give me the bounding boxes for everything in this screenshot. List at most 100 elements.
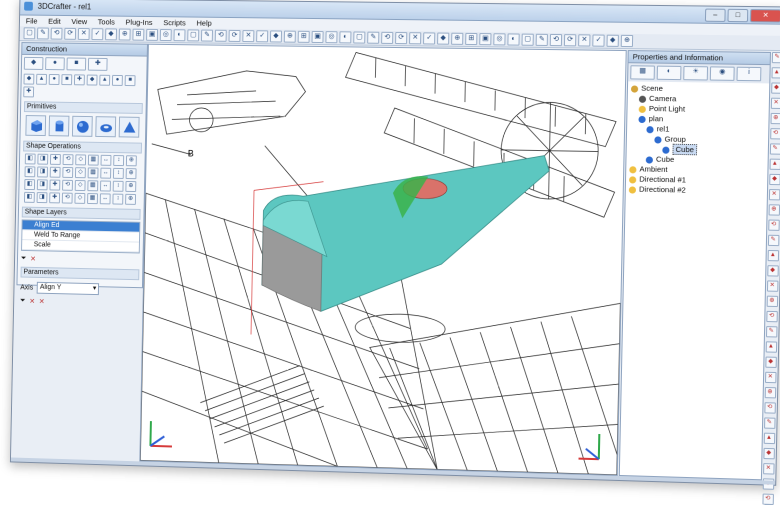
shape-operation-icon[interactable]: ◇ — [75, 167, 86, 178]
toolbar-tool-icon[interactable]: ✎ — [536, 34, 548, 46]
toolbar-tool-icon[interactable]: ▣ — [146, 29, 158, 41]
shape-operation-icon[interactable]: ◧ — [25, 166, 36, 177]
toolbar-tool-icon[interactable]: ⊞ — [132, 29, 144, 41]
construction-tool-icon[interactable]: ▲ — [99, 75, 110, 86]
sphere-primitive-icon[interactable] — [72, 116, 93, 137]
toolbar-tool-icon[interactable]: ✎ — [367, 32, 379, 44]
side-tool-icon[interactable]: ◆ — [769, 174, 780, 185]
side-tool-icon[interactable]: ◆ — [767, 265, 779, 276]
shape-operation-icon[interactable]: ▦ — [87, 180, 98, 191]
toolbar-tool-icon[interactable]: ⟳ — [564, 34, 576, 46]
construction-tool-icon[interactable]: ■ — [125, 75, 136, 86]
shape-operation-icon[interactable]: ✚ — [50, 154, 61, 165]
construction-tool-icon[interactable]: ✚ — [74, 74, 85, 85]
menu-file[interactable]: File — [26, 16, 38, 27]
side-tool-icon[interactable]: ▲ — [767, 250, 779, 261]
close-button[interactable]: ✕ — [750, 9, 780, 23]
side-tool-icon[interactable]: ▲ — [771, 67, 780, 78]
shape-operation-icon[interactable]: ↔ — [100, 168, 111, 179]
axis-select[interactable]: Align Y — [37, 282, 99, 295]
toolbar-tool-icon[interactable]: ◆ — [105, 28, 117, 40]
toolbar-tool-icon[interactable]: ⊕ — [119, 29, 131, 41]
toolbar-tool-icon[interactable]: ✓ — [592, 34, 604, 46]
side-tool-icon[interactable]: ✕ — [766, 280, 778, 291]
side-tool-icon[interactable]: ✕ — [763, 463, 775, 475]
shape-operation-icon[interactable]: ⊕ — [125, 181, 136, 192]
scene-tree-node[interactable]: Directional #2 — [629, 184, 764, 197]
menu-scripts[interactable]: Scripts — [163, 17, 186, 28]
toolbar-tool-icon[interactable]: ◐ — [339, 31, 351, 43]
shape-operation-icon[interactable]: ↕ — [112, 194, 123, 205]
shape-operation-icon[interactable]: ◇ — [75, 154, 86, 165]
toolbar-tool-icon[interactable]: ✓ — [423, 32, 435, 44]
side-tool-icon[interactable]: ◆ — [771, 82, 780, 93]
toolbar-tool-icon[interactable]: ✎ — [201, 30, 213, 42]
construction-tool-icon[interactable]: ▲ — [36, 74, 47, 85]
toolbar-tool-icon[interactable]: ⟲ — [51, 28, 63, 40]
toolbar-tool-icon[interactable]: ✓ — [256, 30, 268, 42]
construction-tool-icon[interactable]: ■ — [61, 74, 72, 85]
shape-operation-icon[interactable]: ▦ — [88, 155, 99, 166]
shape-operation-icon[interactable]: ▦ — [88, 167, 99, 178]
shape-operation-icon[interactable]: ◧ — [25, 153, 36, 164]
toolbar-tool-icon[interactable]: ▢ — [23, 27, 35, 39]
menu-edit[interactable]: Edit — [48, 16, 61, 27]
filter-icon[interactable]: ⏷ — [21, 255, 27, 263]
shape-operation-icon[interactable]: ◧ — [24, 192, 35, 203]
toolbar-tool-icon[interactable]: ◎ — [160, 29, 172, 41]
toolbar-tool-icon[interactable]: ◆ — [270, 30, 282, 42]
construction-tool-icon[interactable]: ✚ — [23, 86, 34, 97]
side-tool-icon[interactable]: ⟲ — [766, 311, 778, 322]
tab-texture-icon[interactable]: ■ — [66, 57, 86, 70]
tab-scene-icon[interactable]: ▦ — [630, 65, 655, 79]
toolbar-tool-icon[interactable]: ✕ — [242, 30, 254, 42]
construction-tool-icon[interactable]: ● — [49, 74, 60, 85]
shape-operation-icon[interactable]: ✚ — [49, 192, 60, 203]
side-tool-icon[interactable]: ⟲ — [770, 128, 780, 139]
minimize-button[interactable]: – — [705, 9, 726, 22]
shape-operation-icon[interactable]: ◇ — [74, 193, 85, 204]
remove-icon[interactable]: ✕ — [39, 298, 45, 306]
cylinder-primitive-icon[interactable] — [49, 115, 70, 136]
toolbar-tool-icon[interactable]: ⟳ — [64, 28, 76, 40]
toolbar-tool-icon[interactable]: ⊕ — [451, 33, 463, 45]
toolbar-tool-icon[interactable]: ▣ — [311, 31, 323, 43]
shape-operation-icon[interactable]: ↕ — [113, 181, 124, 192]
shape-operation-icon[interactable]: ↔ — [101, 155, 112, 166]
fuselage-model[interactable] — [261, 151, 549, 317]
side-tool-icon[interactable]: ✎ — [767, 235, 779, 246]
side-tool-icon[interactable]: ⟲ — [764, 402, 776, 413]
shape-operation-icon[interactable]: ◨ — [37, 154, 48, 165]
toolbar-tool-icon[interactable]: ⊞ — [465, 33, 477, 45]
toolbar-tool-icon[interactable]: ▢ — [187, 29, 199, 41]
shape-operation-icon[interactable]: ◨ — [37, 179, 48, 190]
delete-icon[interactable]: ✕ — [30, 255, 36, 263]
shape-operation-icon[interactable]: ⟲ — [63, 154, 74, 165]
toolbar-tool-icon[interactable]: ⊞ — [298, 31, 310, 43]
shape-operation-icon[interactable]: ⊕ — [125, 194, 136, 205]
side-tool-icon[interactable]: ⊕ — [770, 113, 780, 124]
tab-shapes-icon[interactable]: ◆ — [24, 57, 44, 70]
shape-operation-icon[interactable]: ↕ — [113, 168, 124, 179]
menu-view[interactable]: View — [71, 16, 87, 27]
torus-primitive-icon[interactable] — [95, 116, 116, 137]
shape-operation-icon[interactable]: ✚ — [49, 180, 60, 191]
shape-operation-icon[interactable]: ↕ — [113, 155, 124, 166]
toolbar-tool-icon[interactable]: ▢ — [521, 34, 533, 46]
side-tool-icon[interactable]: ✎ — [771, 52, 780, 63]
toolbar-tool-icon[interactable]: ✎ — [37, 27, 49, 39]
construction-tool-icon[interactable]: ◆ — [24, 74, 35, 85]
info-icon[interactable]: i — [736, 67, 761, 82]
shape-operation-icon[interactable]: ◨ — [37, 192, 48, 203]
side-tool-icon[interactable]: ⊕ — [766, 296, 778, 307]
maximize-button[interactable]: □ — [727, 9, 748, 22]
toolbar-tool-icon[interactable]: ◎ — [493, 33, 505, 45]
shape-operation-icon[interactable]: ⟲ — [62, 180, 73, 191]
shape-operation-icon[interactable]: ↔ — [100, 180, 111, 191]
toolbar-tool-icon[interactable]: ◐ — [507, 33, 519, 45]
toolbar-tool-icon[interactable]: ✓ — [91, 28, 103, 40]
side-tool-icon[interactable]: ✎ — [764, 417, 776, 428]
side-tool-icon[interactable]: ✎ — [769, 143, 780, 154]
toolbar-tool-icon[interactable]: ✕ — [78, 28, 90, 40]
side-tool-icon[interactable]: ✕ — [770, 98, 780, 109]
